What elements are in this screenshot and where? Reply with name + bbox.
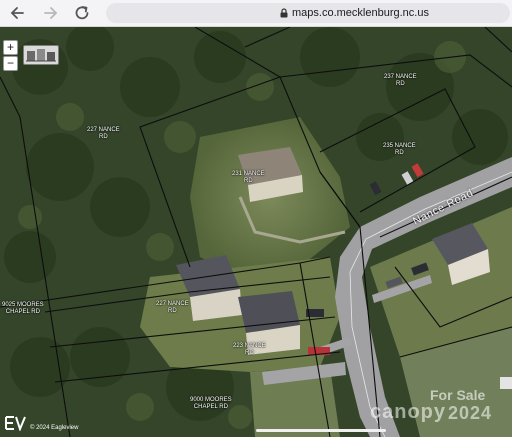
ev-logo-icon <box>5 416 26 431</box>
parcel-label: 9025 MOORES CHAPEL RD <box>2 302 44 315</box>
address-bar[interactable]: maps.co.mecklenburg.nc.us <box>106 3 510 23</box>
parcel-label: 223 NANCE RD <box>233 343 266 356</box>
reload-icon[interactable] <box>72 3 92 23</box>
url-text: maps.co.mecklenburg.nc.us <box>292 7 429 19</box>
parcel-label: 235 NANCE RD <box>383 143 416 156</box>
copyright-text: © 2024 Eagleview <box>30 425 79 431</box>
parcel-label: 227 NANCE RD <box>156 301 189 314</box>
parcel-label: 227 NANCE RD <box>87 127 120 140</box>
layers-button[interactable] <box>23 45 59 65</box>
browser-toolbar: maps.co.mecklenburg.nc.us <box>0 0 512 27</box>
arrow-left-icon[interactable] <box>8 3 28 23</box>
parcel-label: 231 NANCE RD <box>232 171 265 184</box>
layers-icon <box>26 49 56 62</box>
watermark-canopy: canopy <box>370 401 447 423</box>
parcel-label: 9000 MOORES CHAPEL RD <box>190 397 232 410</box>
parcel-label: 237 NANCE RD <box>384 74 417 87</box>
arrow-right-icon[interactable] <box>40 3 60 23</box>
horizontal-scrollbar[interactable] <box>256 429 386 432</box>
zoom-out-button[interactable]: − <box>3 56 18 71</box>
lock-icon <box>280 8 288 18</box>
zoom-in-button[interactable]: + <box>3 40 18 55</box>
aerial-imagery <box>0 27 512 437</box>
watermark-year: 2024 <box>448 403 493 423</box>
aerial-map[interactable]: + − 237 NANCE RD 227 NANCE RD 231 NANCE … <box>0 27 512 437</box>
